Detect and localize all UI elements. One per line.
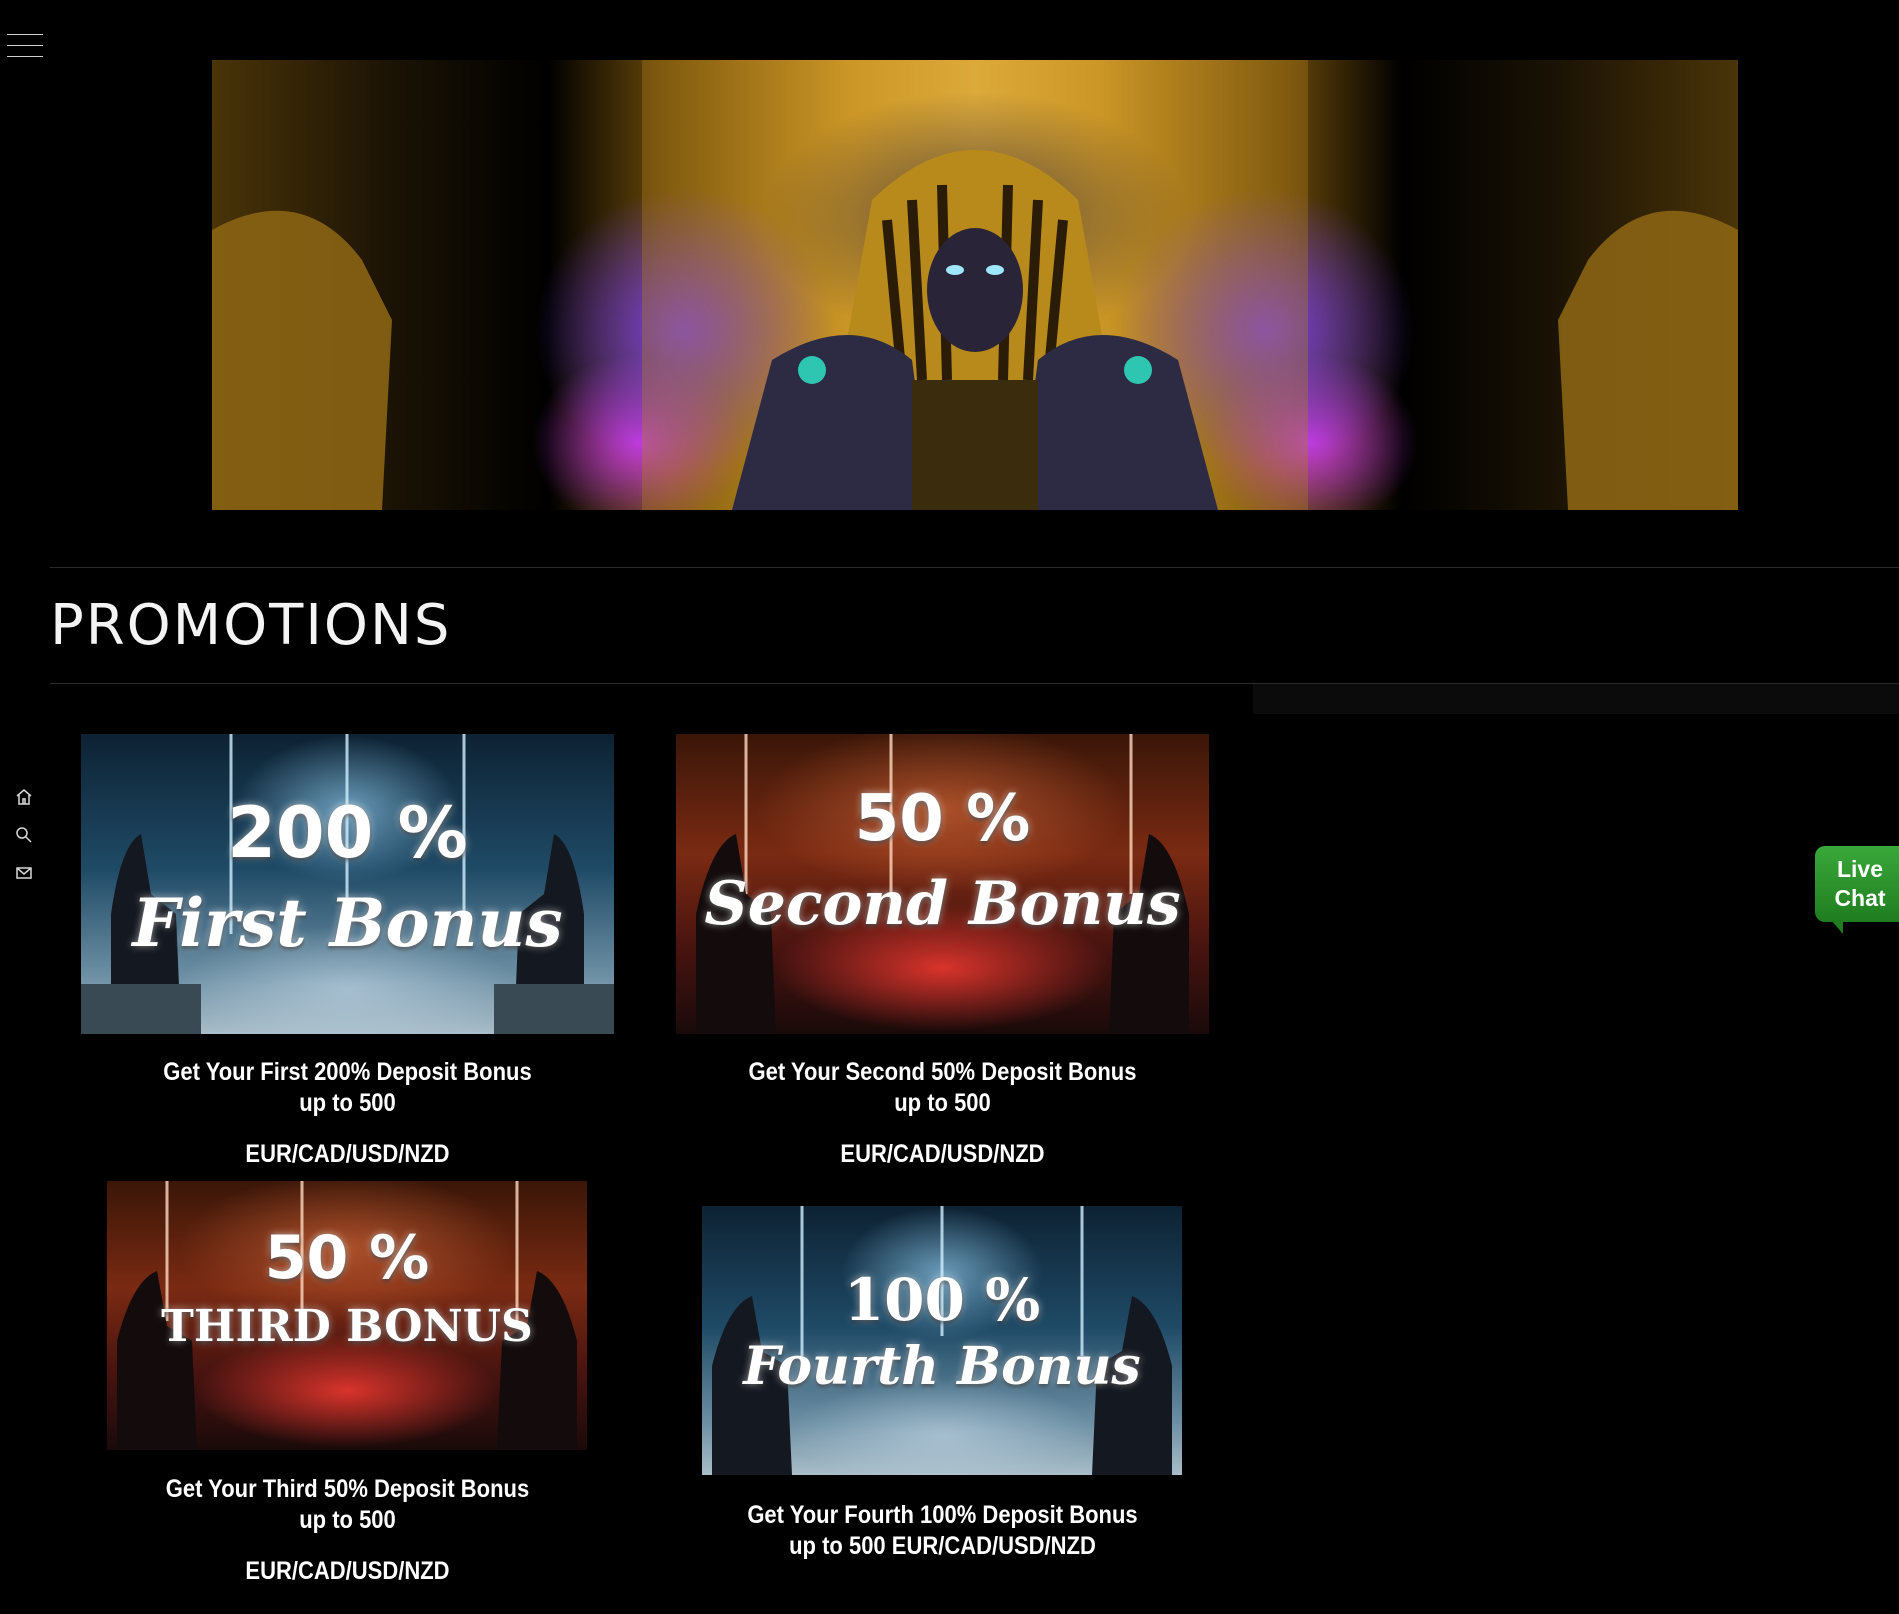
promo-line: up to 500 (299, 1506, 396, 1534)
promo-description: Get Your Fourth 100% Deposit Bonus up to… (708, 1500, 1177, 1562)
promo-percent: 200 % (227, 792, 468, 874)
promo-name: Second Bonus (704, 869, 1181, 939)
search-icon[interactable] (14, 825, 34, 845)
page-title: PROMOTIONS (50, 593, 452, 658)
promo-line: Get Your Fourth 100% Deposit Bonus (747, 1501, 1138, 1529)
promo-line: Get Your First 200% Deposit Bonus (163, 1058, 532, 1086)
mail-icon[interactable] (14, 863, 34, 883)
promo-name: Fourth Bonus (743, 1336, 1141, 1397)
promo-line: Get Your Third 50% Deposit Bonus (165, 1475, 530, 1503)
sidebar (14, 787, 36, 901)
live-chat-label: Chat (1834, 885, 1886, 911)
promo-banner-first-bonus[interactable]: 200 % First Bonus (81, 734, 614, 1034)
chat-bubble-tail (1831, 920, 1843, 934)
promo-percent: 50 % (854, 782, 1031, 856)
section-divider (50, 567, 1899, 568)
promo-name: First Bonus (132, 884, 563, 962)
menu-line (7, 34, 43, 35)
promo-description: Get Your Third 50% Deposit Bonus up to 5… (113, 1474, 582, 1587)
promo-line: up to 500 (894, 1089, 991, 1117)
promo-banner-second-bonus[interactable]: 50 % Second Bonus (676, 734, 1209, 1034)
promo-currencies: EUR/CAD/USD/NZD (840, 1140, 1045, 1168)
content-band (1253, 684, 1899, 714)
live-chat-button[interactable]: Live Chat (1815, 846, 1899, 934)
promo-banner-fourth-bonus[interactable]: 100 % Fourth Bonus (702, 1206, 1182, 1475)
promo-banner-third-bonus[interactable]: 50 % THIRD BONUS (107, 1181, 587, 1450)
promo-currencies: EUR/CAD/USD/NZD (245, 1140, 450, 1168)
hamburger-menu-icon[interactable] (7, 34, 43, 58)
promo-percent: 50 % (264, 1223, 430, 1293)
promo-currencies: EUR/CAD/USD/NZD (245, 1557, 450, 1585)
promo-line: up to 500 EUR/CAD/USD/NZD (789, 1532, 1096, 1560)
promo-line: Get Your Second 50% Deposit Bonus (748, 1058, 1137, 1086)
pharaoh-illustration (212, 60, 1738, 510)
promo-line: up to 500 (299, 1089, 396, 1117)
promo-percent: 100 % (843, 1266, 1041, 1334)
menu-line (7, 45, 43, 46)
hero-banner (212, 60, 1738, 510)
promo-description: Get Your First 200% Deposit Bonus up to … (113, 1057, 582, 1170)
promo-name: THIRD BONUS (161, 1301, 533, 1352)
menu-line (7, 56, 43, 57)
promo-description: Get Your Second 50% Deposit Bonus up to … (708, 1057, 1177, 1170)
home-icon[interactable] (14, 787, 34, 807)
live-chat-label: Live (1836, 856, 1884, 882)
